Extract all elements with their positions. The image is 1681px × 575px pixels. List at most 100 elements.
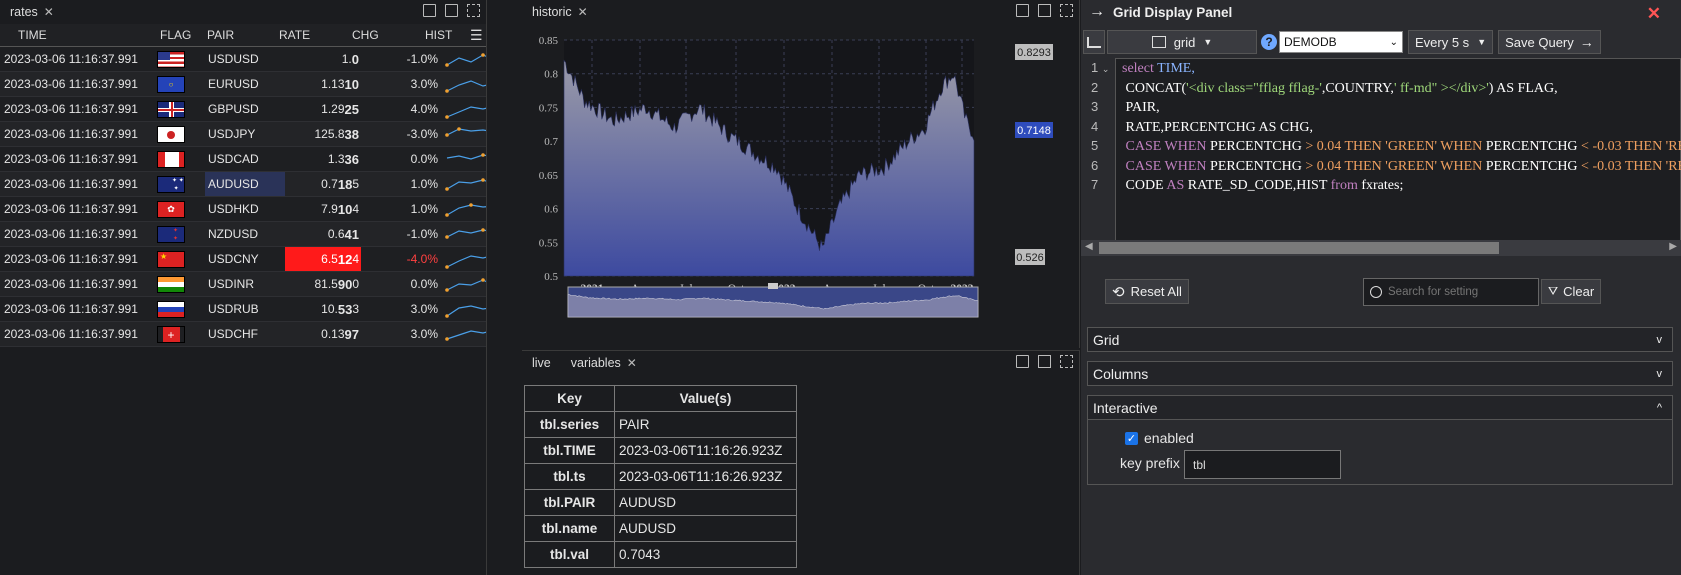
cell-value: AUDUSD xyxy=(614,489,797,516)
navigator-handle[interactable] xyxy=(768,283,778,289)
cell-rate: 125.8 38 xyxy=(314,126,360,142)
chevron-down-icon: ⌄ xyxy=(1389,36,1398,48)
table-row[interactable]: 2023-03-06 11:16:37.991 USDCAD 1.3 36 0.0… xyxy=(0,147,486,172)
tab-variables[interactable]: variables ✕ xyxy=(571,356,637,370)
flag-icon xyxy=(157,151,185,168)
cell-time: 2023-03-06 11:16:37.991 xyxy=(4,302,138,316)
cell-value: 0.7043 xyxy=(614,541,797,568)
cell-time: 2023-03-06 11:16:37.991 xyxy=(4,77,138,91)
table-row[interactable]: 2023-03-06 11:16:37.991 ✦ ✦ ✦ NZDUSD 0.6… xyxy=(0,222,486,247)
refresh-select[interactable]: Every 5 s ▼ xyxy=(1408,30,1494,54)
external-link-icon[interactable] xyxy=(1038,355,1051,368)
col-pair[interactable]: PAIR xyxy=(207,28,234,42)
chevron-up-icon: ^ xyxy=(1656,401,1662,414)
cell-chg: 4.0% xyxy=(410,102,438,116)
filter-clear-icon: ⛛ xyxy=(1548,284,1559,298)
table-row: tbl.val 0.7043 xyxy=(524,541,797,568)
gdp-header: → Grid Display Panel ✕ xyxy=(1081,0,1681,24)
chart-type-select[interactable]: grid ▼ xyxy=(1107,30,1257,54)
query-editor[interactable]: select TIME, CONCAT('<div class="fflag f… xyxy=(1115,58,1681,250)
table-row[interactable]: 2023-03-06 11:16:37.991 ★ USDCNY 6.5 12 4 … xyxy=(0,247,486,272)
scroll-right-icon[interactable]: ▶ xyxy=(1669,241,1677,252)
search-input[interactable] xyxy=(1388,286,1528,298)
col-values: Value(s) xyxy=(614,385,797,412)
cell-chg: 3.0% xyxy=(410,327,438,341)
table-row[interactable]: 2023-03-06 11:16:37.991 USDINR 81.5 90 0 0… xyxy=(0,272,486,297)
cell-chg: 3.0% xyxy=(410,77,438,91)
external-link-icon[interactable] xyxy=(445,4,458,17)
sparkline xyxy=(445,178,486,191)
chart-icon-button[interactable] xyxy=(1083,30,1105,54)
close-icon[interactable]: ✕ xyxy=(44,5,54,19)
col-rate[interactable]: RATE xyxy=(279,28,310,42)
col-flag[interactable]: FLAG xyxy=(160,28,191,42)
grid-display-panel: → Grid Display Panel ✕ grid ▼ ? DEMODB ⌄… xyxy=(1081,0,1681,575)
popout-icon[interactable] xyxy=(1016,355,1029,368)
search-setting-box[interactable] xyxy=(1363,278,1539,306)
table-row[interactable]: 2023-03-06 11:16:37.991 ✦ ✦ ✦ AUDUSD 0.7… xyxy=(0,172,486,197)
col-time[interactable]: TIME xyxy=(18,28,47,42)
popout-icon[interactable] xyxy=(423,4,436,17)
table-row[interactable]: 2023-03-06 11:16:37.991 GBPUSD 1.29 25 4.… xyxy=(0,97,486,122)
current-marker: 0.7148 xyxy=(1015,122,1053,138)
variables-table: Key Value(s) tbl.series PAIR tbl.TIME 2023-… xyxy=(524,385,797,568)
table-row[interactable]: 2023-03-06 11:16:37.991 + USDCHF 0.13 97 … xyxy=(0,322,486,347)
tab-rates[interactable]: rates ✕ xyxy=(10,5,54,19)
maximize-icon[interactable] xyxy=(1060,4,1073,17)
close-icon[interactable]: ✕ xyxy=(627,356,637,370)
range-navigator[interactable] xyxy=(567,283,979,318)
cell-rate: 0.6 41 xyxy=(327,226,359,242)
current-marker-label: 0.7148 xyxy=(1017,125,1051,137)
external-link-icon[interactable] xyxy=(1038,4,1051,17)
save-query-button[interactable]: Save Query → xyxy=(1498,30,1601,54)
high-marker-label: 0.8293 xyxy=(1017,47,1051,59)
cell-pair: USDINR xyxy=(208,277,255,291)
cell-chg: 1.0% xyxy=(410,202,438,216)
col-chg[interactable]: CHG xyxy=(352,28,379,42)
chevron-down-icon: v xyxy=(1656,367,1663,380)
maximize-icon[interactable] xyxy=(467,4,480,17)
editor-scrollbar[interactable]: ◀ ▶ xyxy=(1081,240,1681,256)
cell-rate: 0.13 97 xyxy=(321,326,359,342)
col-hist[interactable]: HIST xyxy=(425,28,452,42)
table-row[interactable]: 2023-03-06 11:16:37.991 ✿ USDHKD 7.9 10 4 … xyxy=(0,197,486,222)
cell-rate: 10. 53 3 xyxy=(321,301,359,317)
tab-historic[interactable]: historic ✕ xyxy=(532,5,588,19)
maximize-icon[interactable] xyxy=(1060,355,1073,368)
table-row: tbl.ts 2023-03-06T11:16:26.923Z xyxy=(524,463,797,490)
cell-value: AUDUSD xyxy=(614,515,797,542)
section-grid-label: Grid xyxy=(1093,331,1120,348)
close-icon[interactable]: ✕ xyxy=(1647,4,1661,24)
table-row[interactable]: 2023-03-06 11:16:37.991 USDJPY 125.8 38 -… xyxy=(0,122,486,147)
low-marker: 0.526 xyxy=(1015,249,1045,265)
table-row[interactable]: 2023-03-06 11:16:37.991 ○ EURUSD 1.13 10 … xyxy=(0,72,486,97)
database-select[interactable]: DEMODB ⌄ xyxy=(1279,31,1403,53)
cell-pair: GBPUSD xyxy=(208,102,259,116)
table-row[interactable]: 2023-03-06 11:16:37.991 USDRUB 10. 53 3 3.… xyxy=(0,297,486,322)
key-prefix-input[interactable] xyxy=(1184,450,1341,479)
sparkline xyxy=(445,106,486,119)
clear-button[interactable]: ⛛ Clear xyxy=(1541,279,1602,304)
cell-time: 2023-03-06 11:16:37.991 xyxy=(4,152,138,166)
arrow-right-icon[interactable]: → xyxy=(1089,3,1105,21)
tab-live[interactable]: live xyxy=(532,356,551,370)
menu-icon[interactable]: ☰ xyxy=(470,27,483,44)
flag-icon: ✦ ✦ ✦ xyxy=(157,176,185,193)
popout-icon[interactable] xyxy=(1016,4,1029,17)
help-icon[interactable]: ? xyxy=(1261,34,1277,50)
low-marker-label: 0.526 xyxy=(1016,252,1044,264)
scroll-left-icon[interactable]: ◀ xyxy=(1085,241,1093,252)
chevron-down-icon: v xyxy=(1656,333,1663,346)
table-row[interactable]: 2023-03-06 11:16:37.991 USDUSD 1. 0 -1.0% xyxy=(0,47,486,72)
section-interactive[interactable]: Interactive ^ xyxy=(1087,395,1673,420)
cell-chg: 0.0% xyxy=(410,277,438,291)
cell-pair: USDJPY xyxy=(208,127,256,141)
section-grid[interactable]: Grid v xyxy=(1087,327,1673,352)
historic-chart[interactable]: 0.850.80.750.70.650.60.550.5 2021AprJulO… xyxy=(522,24,1080,348)
flag-icon: ★ xyxy=(157,251,185,268)
close-icon[interactable]: ✕ xyxy=(578,5,588,19)
reset-all-button[interactable]: ⟲ Reset All xyxy=(1105,279,1189,304)
enabled-checkbox[interactable]: ✓ xyxy=(1125,431,1138,445)
scroll-thumb[interactable] xyxy=(1099,242,1499,254)
section-columns[interactable]: Columns v xyxy=(1087,361,1673,386)
